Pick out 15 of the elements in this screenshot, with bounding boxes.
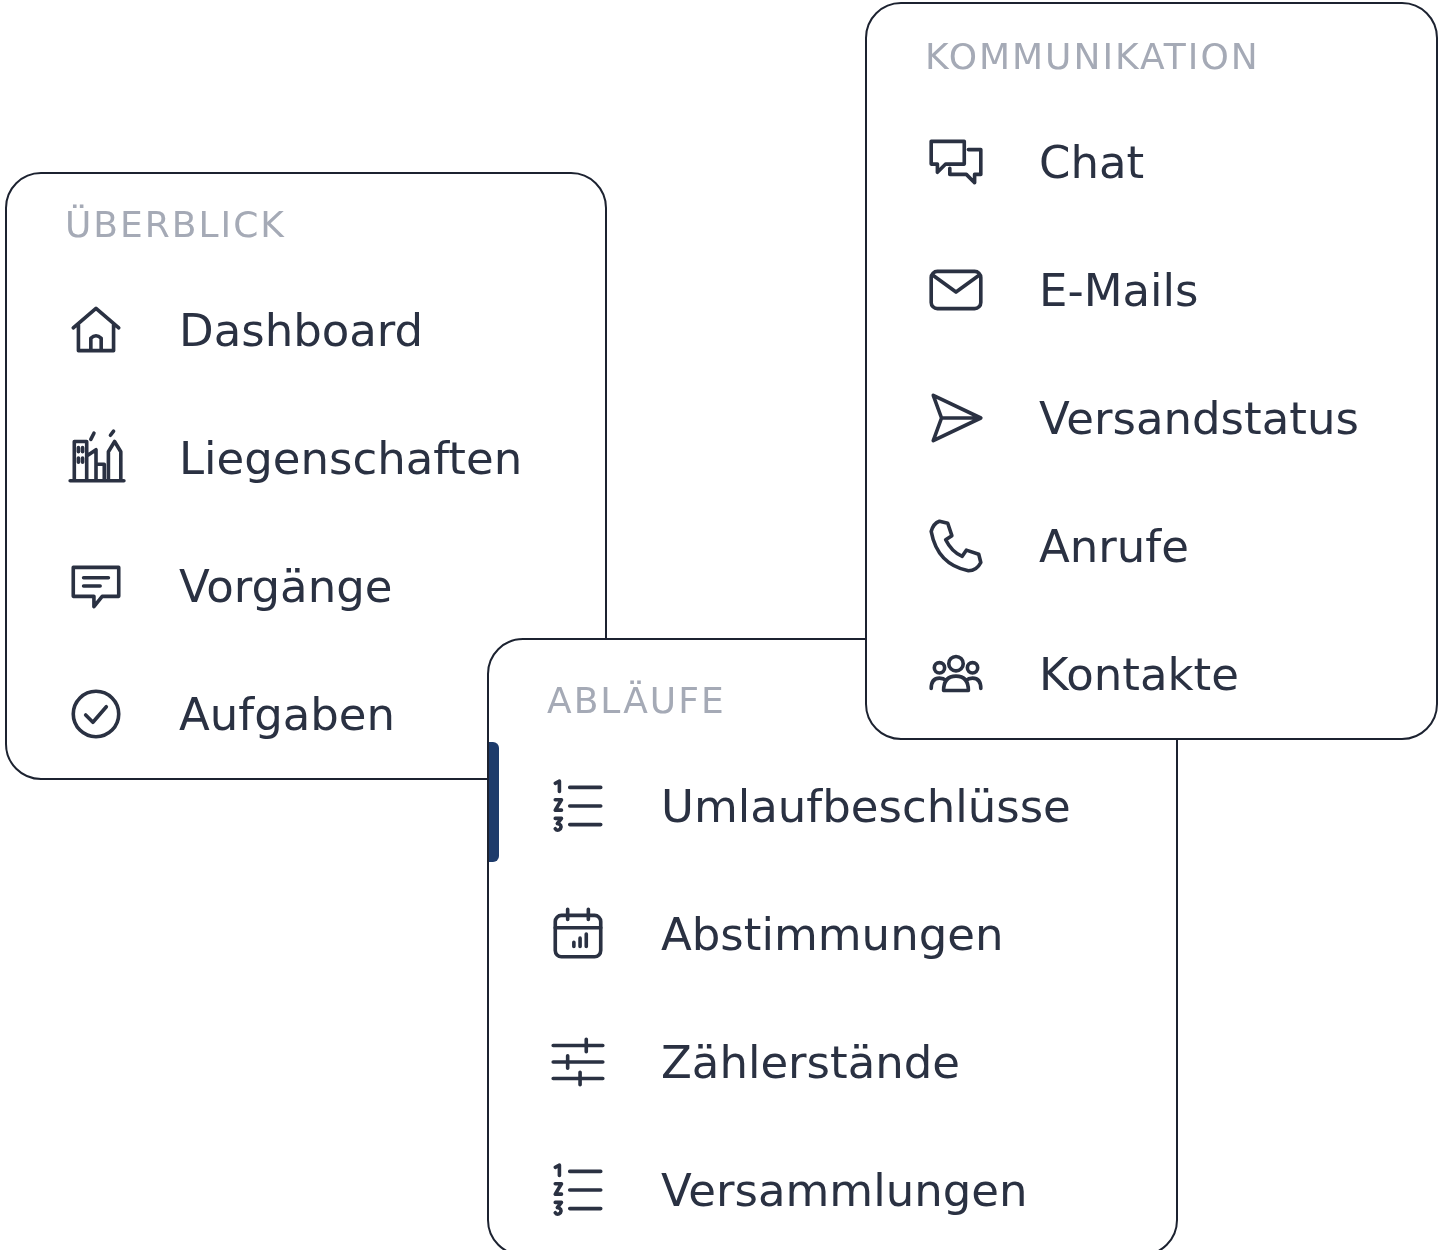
section-heading: ABLÄUFE: [546, 679, 727, 723]
menu-item[interactable]: Zählerstände: [489, 998, 1176, 1126]
menu-item[interactable]: Chat: [867, 98, 1436, 226]
menu-item[interactable]: Dashboard: [7, 266, 605, 394]
menu-item[interactable]: Versandstatus: [867, 354, 1436, 482]
menu-item[interactable]: Liegenschaften: [7, 394, 605, 522]
section-heading: ÜBERBLICK: [64, 203, 287, 247]
menu-item[interactable]: Abstimmungen: [489, 870, 1176, 998]
menu-item[interactable]: Vorgänge: [7, 522, 605, 650]
menu-item[interactable]: Kontakte: [867, 610, 1436, 738]
menu-item[interactable]: Umlaufbeschlüsse: [489, 742, 1176, 870]
menu-item[interactable]: Anrufe: [867, 482, 1436, 610]
section-heading: KOMMUNIKATION: [924, 35, 1261, 79]
menu-item[interactable]: E-Mails: [867, 226, 1436, 354]
menu-item[interactable]: Versammlungen: [489, 1126, 1176, 1250]
